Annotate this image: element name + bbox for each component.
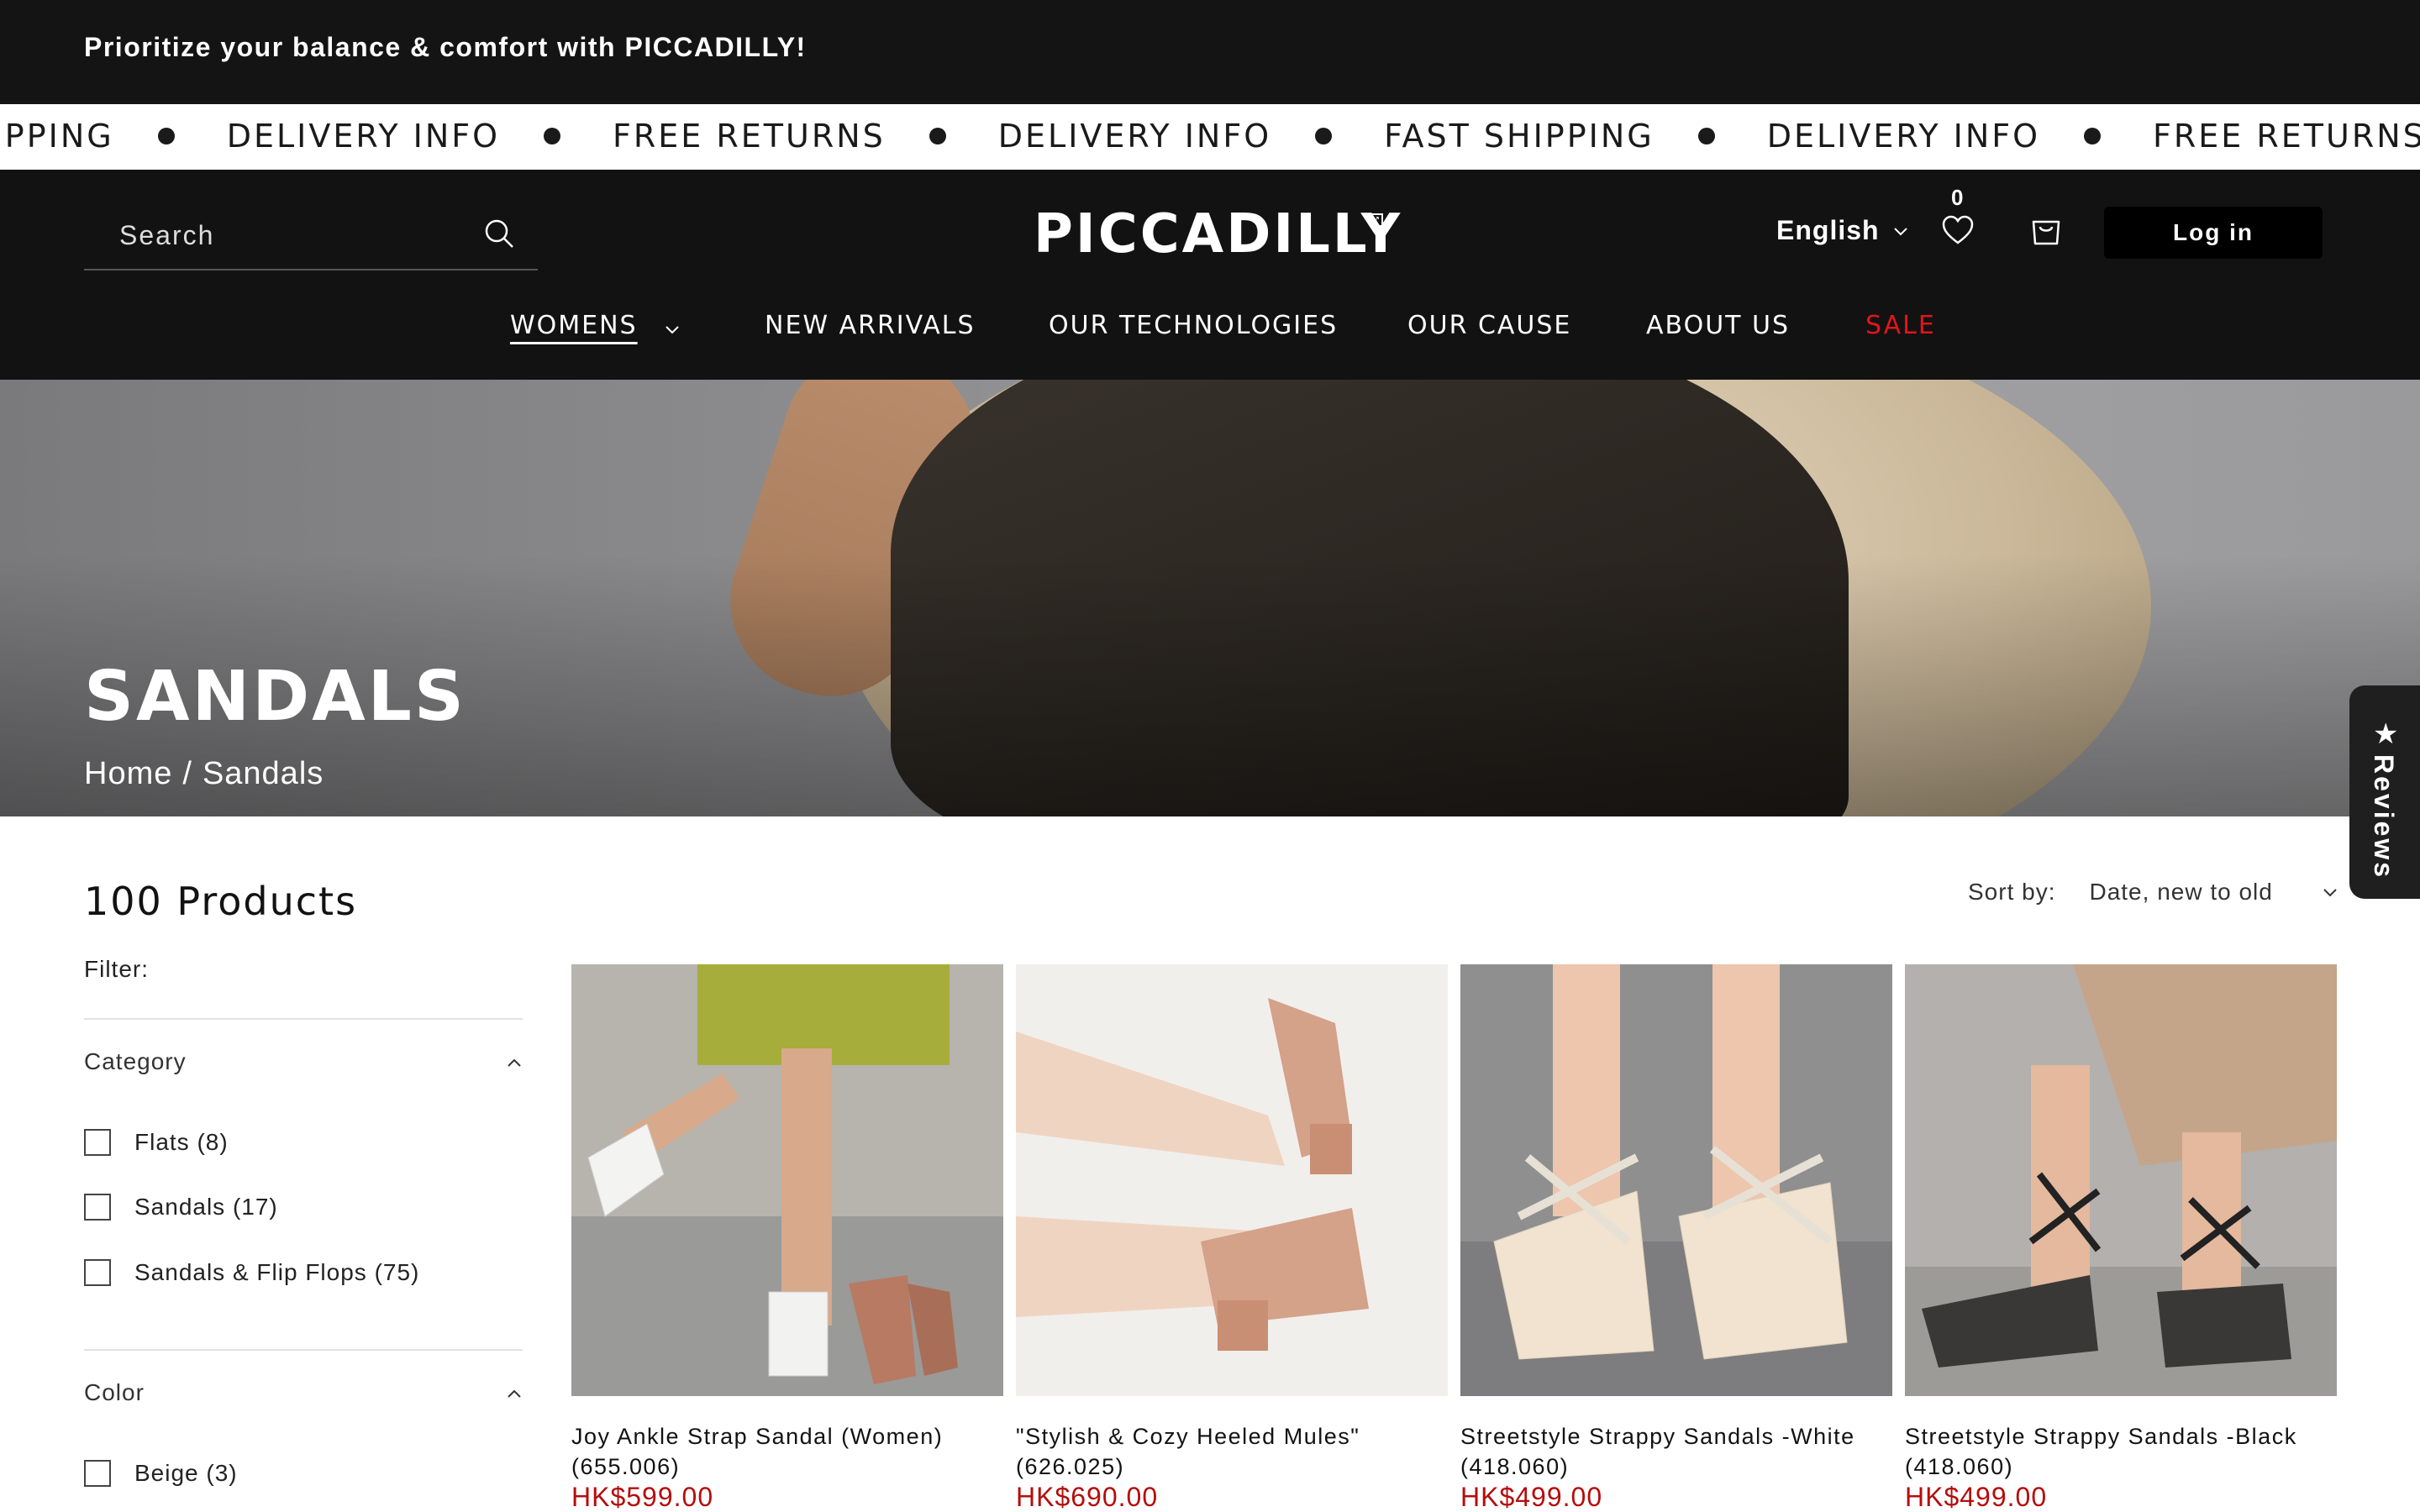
page-title: SANDALS bbox=[84, 657, 466, 737]
product-price: HK$499.00 bbox=[1905, 1482, 2048, 1512]
filter-option-flats[interactable]: Flats (8) bbox=[84, 1129, 229, 1156]
bullet-dot bbox=[544, 128, 561, 144]
reviews-tab[interactable]: ★ Reviews bbox=[2349, 685, 2420, 899]
product-image[interactable] bbox=[1016, 964, 1448, 1396]
checkbox[interactable] bbox=[84, 1194, 111, 1221]
filter-option-label: Flats (8) bbox=[134, 1129, 229, 1155]
breadcrumb-separator: / bbox=[182, 756, 192, 791]
bag-icon[interactable] bbox=[2027, 210, 2065, 249]
nav-item-sale[interactable]: SALE bbox=[1865, 311, 1936, 340]
filter-option-label: Sandals (17) bbox=[134, 1194, 278, 1220]
facet-title: Color bbox=[84, 1379, 145, 1405]
search-input[interactable] bbox=[84, 202, 471, 269]
facet-title: Category bbox=[84, 1048, 187, 1074]
search-icon[interactable] bbox=[482, 217, 516, 250]
product-price: HK$599.00 bbox=[571, 1482, 714, 1512]
nav-item-about-us[interactable]: ABOUT US bbox=[1646, 311, 1790, 340]
brand-logo[interactable]: PICCADILLY bbox=[1034, 203, 1402, 265]
filter-option-beige[interactable]: Beige (3) bbox=[84, 1460, 238, 1487]
bullet-dot bbox=[1315, 128, 1333, 144]
checkbox[interactable] bbox=[84, 1129, 111, 1156]
product-title[interactable]: Joy Ankle Strap Sandal (Women) (655.006) bbox=[571, 1421, 1003, 1482]
login-button[interactable]: Log in bbox=[2104, 207, 2323, 259]
product-image[interactable] bbox=[1460, 964, 1892, 1396]
bullet-dot bbox=[157, 128, 175, 144]
announcement-bar: Prioritize your balance & comfort with P… bbox=[0, 0, 2420, 104]
filter-option-label: Beige (3) bbox=[134, 1460, 238, 1486]
nav-item-new-arrivals[interactable]: NEW ARRIVALS bbox=[765, 311, 976, 340]
filter-label: Filter: bbox=[84, 956, 149, 982]
chevron-down-icon bbox=[1893, 227, 1907, 235]
marquee-item[interactable]: DELIVERY INFO bbox=[998, 118, 1271, 155]
sort-selector[interactable]: Sort by: Date, new to old bbox=[1968, 879, 2338, 906]
bullet-dot bbox=[1697, 128, 1715, 144]
facet-header-color[interactable]: Color bbox=[84, 1379, 523, 1410]
breadcrumb-current: Sandals bbox=[202, 756, 324, 791]
chevron-down-icon bbox=[2323, 889, 2337, 897]
heart-icon[interactable] bbox=[1939, 212, 1976, 249]
nav-item-our-cause[interactable]: OUR CAUSE bbox=[1407, 311, 1571, 340]
site-header: PICCADILLY ↗ English 0 Log in WOMENS NEW… bbox=[0, 170, 2420, 380]
sort-label: Sort by: bbox=[1968, 879, 2056, 905]
product-price: HK$499.00 bbox=[1460, 1482, 1603, 1512]
main-nav: WOMENS NEW ARRIVALS OUR TECHNOLOGIES OUR… bbox=[0, 311, 2420, 353]
filter-option-label: Sandals & Flip Flops (75) bbox=[134, 1259, 420, 1285]
bullet-dot bbox=[929, 128, 946, 144]
marquee-track: HIPPING DELIVERY INFO FREE RETURNS DELIVERY… bbox=[0, 118, 2420, 155]
filter-option-sandals[interactable]: Sandals (17) bbox=[84, 1194, 278, 1221]
marquee-item[interactable]: HIPPING bbox=[0, 118, 114, 155]
chevron-up-icon bbox=[508, 1389, 521, 1398]
facet-category: Category Flats (8) Sandals (17) Sandals … bbox=[84, 1018, 523, 1349]
sort-value: Date, new to old bbox=[2089, 879, 2273, 905]
product-image[interactable] bbox=[1905, 964, 2337, 1396]
filter-option-sandals-flip-flops[interactable]: Sandals & Flip Flops (75) bbox=[84, 1259, 419, 1286]
chevron-up-icon bbox=[508, 1058, 521, 1067]
info-marquee: HIPPING DELIVERY INFO FREE RETURNS DELIVERY… bbox=[0, 104, 2420, 170]
collection-hero: SANDALS Home / Sandals bbox=[0, 380, 2420, 816]
checkbox[interactable] bbox=[84, 1259, 111, 1286]
facet-header-category[interactable]: Category bbox=[84, 1048, 523, 1079]
product-image[interactable] bbox=[571, 964, 1003, 1396]
marquee-item[interactable]: FREE RETURNS bbox=[2153, 118, 2420, 155]
marquee-item[interactable]: DELIVERY INFO bbox=[1767, 118, 2040, 155]
star-icon: ★ bbox=[2373, 718, 2399, 750]
product-title[interactable]: Streetstyle Strappy Sandals -Black (418.… bbox=[1905, 1421, 2337, 1482]
wishlist-count: 0 bbox=[1951, 185, 1964, 210]
checkbox[interactable] bbox=[84, 1460, 111, 1487]
product-price: HK$690.00 bbox=[1016, 1482, 1159, 1512]
breadcrumb-home[interactable]: Home bbox=[84, 756, 172, 792]
product-title[interactable]: Streetstyle Strappy Sandals -White (418.… bbox=[1460, 1421, 1892, 1482]
logo-mark-icon: ↗ bbox=[1370, 213, 1383, 227]
marquee-item[interactable]: FAST SHIPPING bbox=[1384, 118, 1655, 155]
product-count: 100 Products bbox=[84, 879, 358, 924]
language-label: English bbox=[1776, 215, 1880, 245]
search-box bbox=[84, 202, 538, 270]
language-selector[interactable]: English bbox=[1776, 215, 1910, 246]
product-title[interactable]: "Stylish & Cozy Heeled Mules" (626.025) bbox=[1016, 1421, 1448, 1482]
marquee-item[interactable]: DELIVERY INFO bbox=[227, 118, 500, 155]
reviews-label: Reviews bbox=[2369, 754, 2399, 880]
facet-color: Color Beige (3) bbox=[84, 1349, 523, 1512]
announcement-text: Prioritize your balance & comfort with P… bbox=[84, 32, 807, 62]
nav-item-womens[interactable]: WOMENS bbox=[510, 311, 638, 340]
nav-item-our-technologies[interactable]: OUR TECHNOLOGIES bbox=[1049, 311, 1338, 340]
marquee-item[interactable]: FREE RETURNS bbox=[613, 118, 886, 155]
breadcrumb: Home / Sandals bbox=[84, 756, 324, 792]
bullet-dot bbox=[2084, 128, 2102, 144]
chevron-down-icon[interactable] bbox=[664, 321, 681, 338]
hero-overlay bbox=[0, 380, 2420, 816]
